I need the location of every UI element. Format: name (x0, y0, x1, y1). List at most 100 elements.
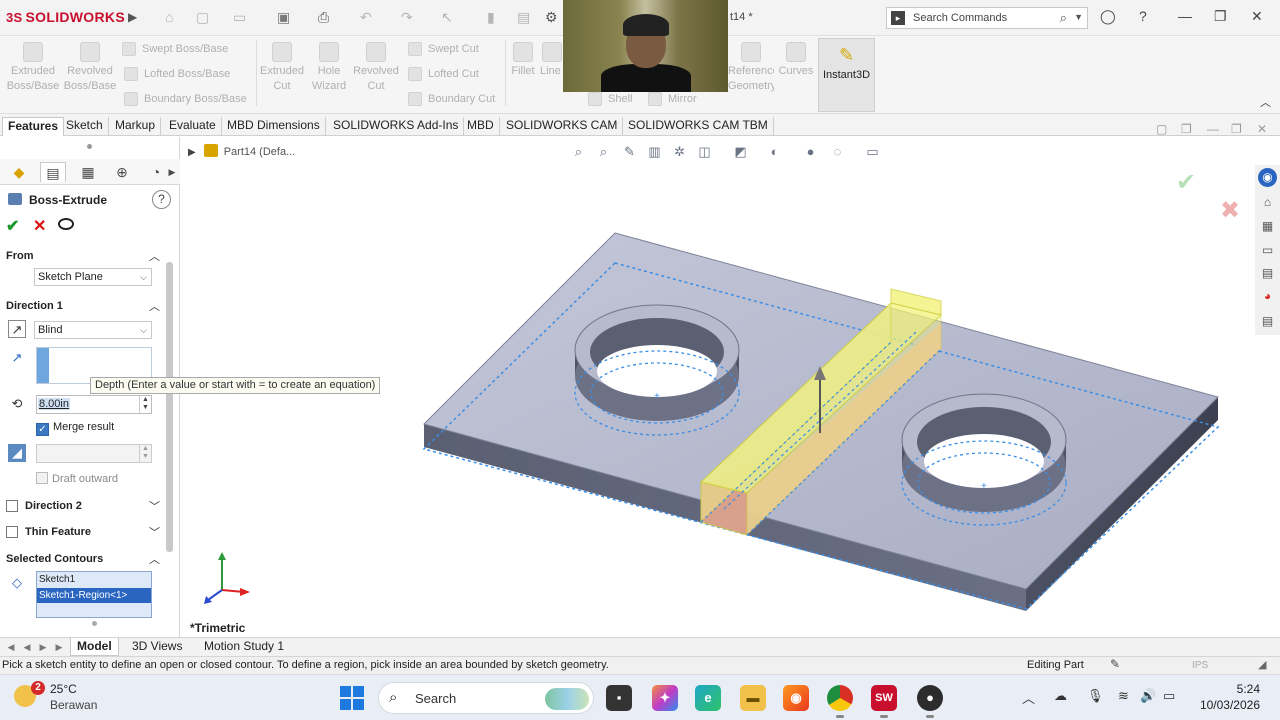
tab-mbd-dimensions[interactable]: MBD Dimensions (222, 117, 326, 136)
solidworks-logo[interactable]: 3S SOLIDWORKS (6, 9, 125, 25)
feature-manager-tab-icon[interactable]: ◆ (6, 162, 32, 182)
cancel-x-button[interactable]: ✕ (33, 216, 46, 236)
rebuild-status-icon[interactable]: ✎ (1110, 657, 1120, 671)
tab-sketch[interactable]: Sketch (61, 117, 109, 136)
menu-expand-arrow-icon[interactable]: ▶ (128, 10, 137, 24)
draft-angle-input[interactable]: ▲ ▼ (36, 444, 152, 463)
boundary-boss-button[interactable]: Boundary Boss/Base (124, 92, 247, 106)
from-section-header[interactable]: From ︿ (0, 247, 166, 267)
list-resize-grip[interactable] (92, 621, 97, 626)
float-window-icon[interactable]: ❐ (1181, 122, 1192, 136)
view-orientation-icon[interactable]: ◫ (696, 143, 713, 160)
fillet-button[interactable]: Fillet (508, 42, 538, 79)
swept-cut-button[interactable]: Swept Cut (408, 42, 479, 56)
edit-appearance-icon[interactable]: ● (802, 143, 819, 160)
dynamic-annotation-icon[interactable]: ✲ (671, 143, 688, 160)
contour-list-item[interactable]: Sketch1 (39, 574, 75, 585)
panel-grip[interactable] (87, 144, 92, 149)
chrome-icon[interactable] (827, 685, 853, 718)
draft-icon[interactable]: ◢ (8, 444, 26, 462)
tab-features[interactable]: Features (2, 117, 65, 136)
user-account-icon[interactable]: ◯ (1100, 8, 1116, 25)
tab-evaluate[interactable]: Evaluate (164, 117, 222, 136)
revolved-cut-button[interactable]: Revolved Cut (352, 42, 400, 94)
collapse-chevron-icon[interactable]: ︿ (149, 248, 160, 264)
detailed-preview-eye-icon[interactable] (58, 218, 74, 230)
show-hidden-icons-icon[interactable]: ︿ (1022, 688, 1035, 707)
firefox-icon[interactable]: ◉ (783, 685, 809, 711)
tab-solidworks-addins[interactable]: SOLIDWORKS Add-Ins (328, 117, 465, 136)
display-style-icon[interactable]: ◩ (732, 143, 749, 160)
recording-app-icon[interactable]: ● (917, 685, 943, 718)
hole-wizard-button[interactable]: Hole Wizard (306, 42, 352, 94)
tree-expand-icon[interactable]: ▶ (188, 147, 196, 158)
weather-condition[interactable]: Berawan (50, 698, 97, 712)
minimize-icon[interactable]: — (1178, 8, 1192, 24)
extruded-boss-button[interactable]: Extruded Boss/Base (6, 42, 60, 94)
doc-close-icon[interactable]: ✕ (1257, 122, 1267, 136)
tab-solidworks-cam[interactable]: SOLIDWORKS CAM (501, 117, 624, 136)
section-view-icon[interactable]: ▥ (646, 143, 663, 160)
depth-spinner-icon[interactable]: ▲ ▼ (139, 396, 151, 413)
help-button[interactable]: ? (152, 190, 171, 209)
instant3d-button[interactable]: ✎ Instant3D (818, 38, 875, 112)
linear-pattern-button[interactable]: Line Patt (540, 42, 564, 79)
clock-time[interactable]: 5:24 (1228, 682, 1260, 696)
redo-icon[interactable]: ↷ (401, 9, 413, 26)
expand-chevron-icon[interactable]: ﹀ (149, 524, 160, 540)
appearances-icon[interactable]: ◕ (1258, 287, 1277, 306)
tile-icon[interactable]: ▢ (1156, 122, 1167, 136)
lofted-boss-button[interactable]: Lofted Boss/Base (124, 67, 230, 81)
previous-tab-icon[interactable]: ◀ (20, 640, 34, 654)
collapse-chevron-icon[interactable]: ︿ (149, 551, 160, 567)
file-explorer-icon[interactable]: ▬ (740, 685, 766, 711)
reverse-direction-icon[interactable]: ↗ (8, 320, 26, 338)
new-document-icon[interactable]: ▢ (196, 9, 209, 26)
dimxpert-tab-icon[interactable]: ⊕ (109, 162, 135, 182)
wifi-icon[interactable]: ≋ (1118, 688, 1129, 704)
restore-icon[interactable]: ❐ (1214, 8, 1227, 25)
thin-feature-checkbox[interactable] (6, 526, 18, 538)
resize-grip-icon[interactable]: ◢ (1258, 658, 1266, 671)
property-manager-tab-icon[interactable]: ▤ (40, 162, 66, 182)
shell-button[interactable]: Shell (588, 92, 632, 106)
home-icon[interactable]: ⌂ (1258, 193, 1277, 212)
doc-minimize-icon[interactable]: — (1207, 122, 1219, 136)
panel-scrollbar[interactable] (166, 262, 173, 552)
tab-mbd[interactable]: MBD (462, 117, 500, 136)
save-icon[interactable]: ▣ (277, 9, 290, 26)
view-settings-icon[interactable]: ▭ (864, 143, 881, 160)
lofted-cut-button[interactable]: Lofted Cut (408, 67, 479, 81)
speaker-icon[interactable]: 🔊 (1140, 688, 1156, 704)
microphone-icon[interactable]: 🎙 (1087, 688, 1104, 704)
merge-result-checkbox[interactable]: ✓ Merge result (36, 421, 114, 436)
confirmation-ok-icon[interactable]: ✔ (1176, 168, 1196, 197)
clock-date[interactable]: 10/03/2026 (1196, 698, 1260, 712)
open-folder-icon[interactable]: ▭ (233, 9, 246, 26)
configuration-manager-tab-icon[interactable]: ▦ (75, 162, 101, 182)
direction2-checkbox[interactable] (6, 500, 18, 512)
custom-properties-icon[interactable]: ▤ (1258, 312, 1277, 331)
onedrive-icon[interactable]: ☁ (1054, 688, 1067, 704)
taskbar-search-box[interactable]: ⌕ Search (378, 682, 594, 714)
tab-solidworks-cam-tbm[interactable]: SOLIDWORKS CAM TBM (623, 117, 774, 136)
zoom-to-fit-icon[interactable]: ⌕ (570, 143, 587, 160)
design-library-icon[interactable]: ▦ (1258, 217, 1277, 236)
hide-show-items-icon[interactable]: ◐ (766, 143, 783, 160)
windows-start-icon[interactable] (340, 686, 364, 710)
close-icon[interactable]: ✕ (1251, 8, 1263, 25)
draft-spinner-icon[interactable]: ▲ ▼ (139, 445, 151, 462)
weather-temperature[interactable]: 25°C (50, 682, 77, 696)
search-commands-box[interactable]: ▸ Search Commands ⌕ ▼ (886, 7, 1088, 29)
swept-boss-button[interactable]: Swept Boss/Base (122, 42, 228, 56)
direction1-section-header[interactable]: Direction 1 ︿ (0, 297, 166, 317)
draft-outward-checkbox[interactable]: Draft outward (36, 472, 118, 485)
feature-tree-flyout[interactable]: ▶ Part14 (Defa... (188, 144, 295, 158)
collapse-chevron-icon[interactable]: ︿ (149, 298, 160, 314)
home-icon[interactable]: ⌂ (165, 9, 173, 25)
tabs-scroll-right-icon[interactable]: ▶ (166, 162, 178, 182)
undo-icon[interactable]: ↶ (360, 9, 372, 26)
task-view-icon[interactable]: ▪ (606, 685, 632, 711)
last-tab-icon[interactable]: ▶ (52, 640, 66, 654)
revolved-boss-button[interactable]: Revolved Boss/Base (62, 42, 118, 94)
